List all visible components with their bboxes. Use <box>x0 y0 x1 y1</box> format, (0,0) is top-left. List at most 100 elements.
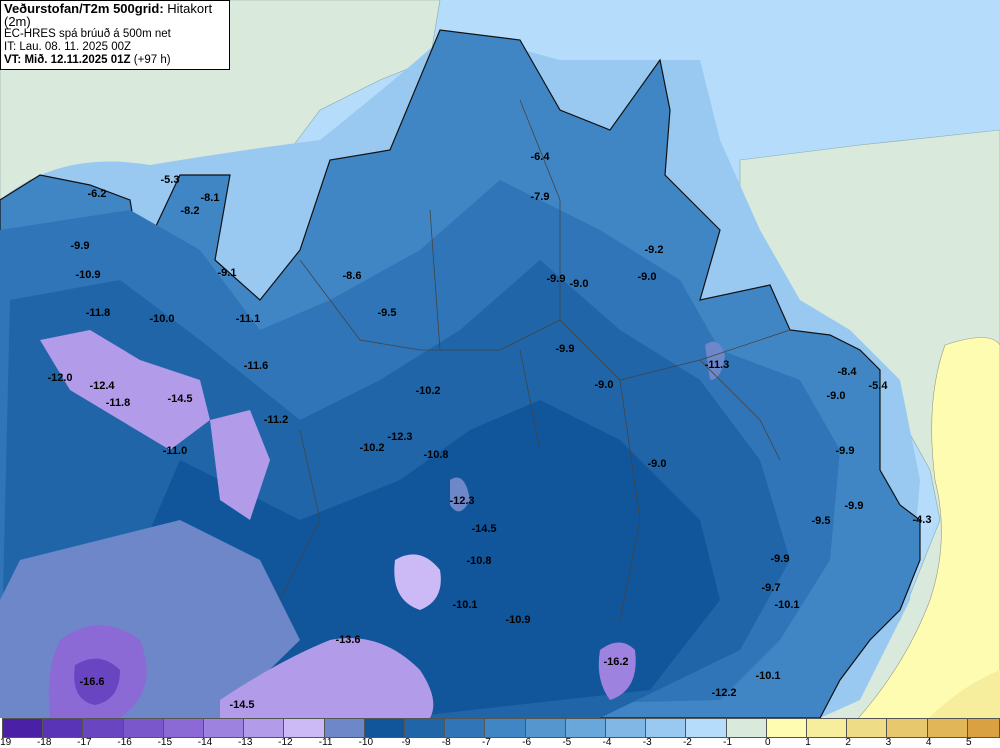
temperature-label: -9.7 <box>761 582 781 594</box>
colorbar-swatch <box>323 718 365 738</box>
temperature-label: -11.6 <box>243 360 269 372</box>
temperature-label: -5.3 <box>160 174 180 186</box>
map-info-box: Veðurstofan/T2m 500grid: Hitakort (2m) E… <box>0 0 230 70</box>
colorbar-tick-label: -6 <box>522 737 532 748</box>
map-title: Veðurstofan/T2m 500grid: Hitakort (2m) <box>4 2 226 28</box>
colorbar-swatch <box>2 718 44 738</box>
colorbar-tick-label: -5 <box>562 737 572 748</box>
colorbar-swatch <box>765 718 807 738</box>
colorbar-swatch <box>484 718 526 738</box>
temperature-label: -9.9 <box>70 240 90 252</box>
model-description: EC-HRES spá brúuð á 500m net <box>4 28 171 40</box>
temperature-label: -9.9 <box>844 500 864 512</box>
colorbar-tick-label: -3 <box>642 737 652 748</box>
colorbar-swatch <box>203 718 245 738</box>
temperature-label: -6.4 <box>530 151 550 163</box>
temperature-label: -10.9 <box>505 614 531 626</box>
colorbar-tick-label: 2 <box>845 737 851 748</box>
colorbar-tick-label: -7 <box>481 737 491 748</box>
colorbar-tick-label: -17 <box>77 737 92 748</box>
temperature-label: -12.4 <box>89 380 115 392</box>
colorbar-swatch <box>564 718 606 738</box>
temperature-label: -9.9 <box>770 553 790 565</box>
colorbar-tick-label: -8 <box>441 737 451 748</box>
colorbar-swatch <box>162 718 204 738</box>
temperature-label: -12.0 <box>47 372 73 384</box>
temperature-label: -12.3 <box>387 431 413 443</box>
colorbar-tick-label: -1 <box>723 737 733 748</box>
colorbar-swatch <box>122 718 164 738</box>
temperature-label: -16.2 <box>603 656 629 668</box>
colorbar-tick-label: -19 <box>0 737 12 748</box>
colorbar-tick-label: -10 <box>358 737 374 748</box>
colorbar-swatch <box>846 718 888 738</box>
temperature-label: -8.1 <box>200 192 220 204</box>
temperature-label: -14.5 <box>229 699 255 711</box>
colorbar-tick-label: -12 <box>278 737 293 748</box>
valid-time: VT: Mið. 12.11.2025 01Z (+97 h) <box>4 54 226 67</box>
colorbar-tick-label: 0 <box>765 737 771 748</box>
colorbar-swatch <box>605 718 647 738</box>
temperature-label: -10.2 <box>359 442 385 454</box>
colorbar-swatch <box>524 718 566 738</box>
colorbar-tick-label: 5 <box>966 737 972 748</box>
temperature-label: -8.6 <box>342 270 362 282</box>
temperature-label: -9.2 <box>644 244 664 256</box>
temperature-label: -11.0 <box>162 445 188 457</box>
temperature-label: -11.3 <box>704 359 730 371</box>
temperature-label: -4.3 <box>912 514 932 526</box>
colorbar-tick-label: 1 <box>805 737 811 748</box>
temperature-map <box>0 0 1000 718</box>
temperature-label: -9.9 <box>555 343 575 355</box>
colorbar-swatch <box>645 718 687 738</box>
colorbar-swatch <box>404 718 446 738</box>
colorbar-swatch <box>886 718 928 738</box>
temperature-label: -10.1 <box>452 599 478 611</box>
colorbar-swatch <box>725 718 767 738</box>
temperature-label: -9.0 <box>594 379 614 391</box>
temperature-label: -10.8 <box>423 449 449 461</box>
temperature-label: -10.2 <box>415 385 441 397</box>
temperature-label: -8.4 <box>837 366 857 378</box>
colorbar-tick-label: -9 <box>401 737 411 748</box>
colorbar-swatch <box>966 718 1000 738</box>
temperature-label: -9.9 <box>546 273 566 285</box>
colorbar-swatch <box>363 718 405 738</box>
temperature-label: -12.3 <box>449 495 475 507</box>
temperature-label: -16.6 <box>79 676 105 688</box>
colorbar-swatch <box>926 718 968 738</box>
colorbar-swatch <box>685 718 727 738</box>
temperature-label: -8.2 <box>180 205 200 217</box>
temperature-label: -7.9 <box>530 191 550 203</box>
temperature-label: -11.1 <box>235 313 261 325</box>
colorbar-swatch <box>42 718 84 738</box>
colorbar-tick-label: -13 <box>237 737 253 748</box>
colorbar-tick-label: 3 <box>885 737 892 748</box>
valid-time-value: VT: Mið. 12.11.2025 01Z <box>4 54 131 66</box>
colorbar-tick-label: -15 <box>157 737 173 748</box>
temperature-label: -9.0 <box>826 390 846 402</box>
temperature-label: -13.6 <box>335 634 361 646</box>
temperature-label: -11.8 <box>85 307 111 319</box>
temperature-label: -12.2 <box>711 687 737 699</box>
temperature-label: -6.2 <box>87 188 107 200</box>
colorbar-tick-label: -4 <box>602 737 612 748</box>
temperature-label: -9.5 <box>377 307 397 319</box>
temperature-label: -10.1 <box>774 599 800 611</box>
colorbar-swatch <box>82 718 124 738</box>
temperature-label: -9.1 <box>217 267 237 279</box>
colorbar-swatch <box>444 718 486 738</box>
colorbar-swatch <box>283 718 325 738</box>
temperature-label: -5.4 <box>868 380 888 392</box>
temperature-label: -10.9 <box>75 269 101 281</box>
temperature-label: -9.9 <box>835 445 855 457</box>
colorbar-swatch <box>243 718 285 738</box>
forecast-hour: (+97 h) <box>133 54 171 66</box>
temperature-label: -10.8 <box>466 555 492 567</box>
temperature-label: -9.5 <box>811 515 831 527</box>
init-time: IT: Lau. 08. 11. 2025 00Z <box>4 41 132 53</box>
colorbar-tick-label: -2 <box>682 737 692 748</box>
temperature-label: -9.0 <box>637 271 657 283</box>
colorbar-tick-label: -14 <box>197 737 213 748</box>
temperature-label: -10.0 <box>149 313 175 325</box>
